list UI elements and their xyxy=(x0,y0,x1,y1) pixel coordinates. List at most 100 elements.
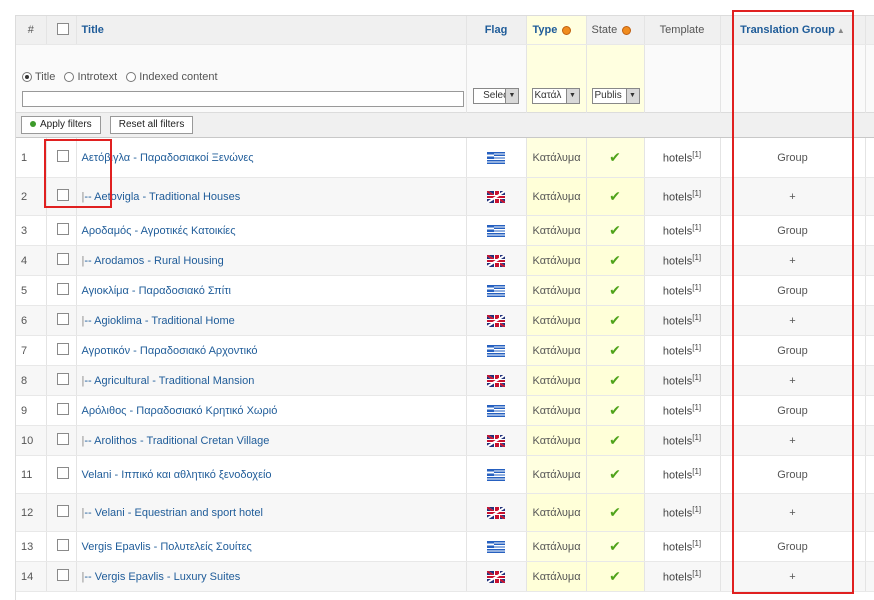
row-translation-group[interactable]: Group xyxy=(720,137,866,178)
col-type-header[interactable]: Type xyxy=(526,16,587,45)
greek-flag-icon xyxy=(487,404,505,417)
radio-title[interactable] xyxy=(22,72,32,82)
article-title-link[interactable]: |-- Velani - Equestrian and sport hotel xyxy=(77,507,263,519)
article-title-link[interactable]: Αετόβιγλα - Παραδοσιακοί Ξενώνες xyxy=(77,152,254,164)
published-check-icon[interactable]: ✔ xyxy=(609,432,621,448)
published-check-icon[interactable]: ✔ xyxy=(609,504,621,520)
table-row: 2 |-- Aetovigla - Traditional Houses Κατάλ… xyxy=(16,177,874,216)
row-checkbox[interactable] xyxy=(56,189,69,201)
table-row: 11 Velani - Ιππικό και αθλητικό ξενοδοχεί… xyxy=(16,455,874,494)
row-translation-group[interactable]: Group xyxy=(720,275,866,306)
published-check-icon[interactable]: ✔ xyxy=(609,282,621,298)
sort-flag-link[interactable]: Flag xyxy=(485,24,508,36)
state-select[interactable]: Publis ▼ xyxy=(591,88,640,104)
row-select-cell xyxy=(46,177,77,216)
radio-introtext[interactable] xyxy=(64,72,75,82)
flag-select[interactable]: Select ▼ xyxy=(473,88,519,104)
row-checkbox[interactable] xyxy=(56,505,69,517)
row-translation-group[interactable]: Group xyxy=(720,335,866,366)
published-check-icon[interactable]: ✔ xyxy=(609,466,621,482)
row-translation-group[interactable]: + xyxy=(720,561,866,592)
row-checkbox[interactable] xyxy=(56,313,69,325)
published-check-icon[interactable]: ✔ xyxy=(609,538,621,554)
row-checkbox[interactable] xyxy=(56,433,69,445)
row-checkbox[interactable] xyxy=(56,343,69,355)
radio-indexed-content[interactable] xyxy=(126,72,137,82)
article-title-link[interactable]: |-- Agricultural - Traditional Mansion xyxy=(77,375,255,387)
row-translation-group[interactable]: Group xyxy=(720,531,866,562)
articles-table: # Title Flag Type State Template Transla… xyxy=(16,16,874,592)
row-state-cell: ✔ xyxy=(586,365,645,396)
sort-title-link[interactable]: Title xyxy=(82,24,104,36)
table-row: 1 Αετόβιγλα - Παραδοσιακοί Ξενώνες Κατάλυμ… xyxy=(16,137,874,178)
article-title-link[interactable]: Αρόλιθος - Παραδοσιακό Κρητικό Χωριό xyxy=(77,405,278,417)
sort-type-link[interactable]: Type xyxy=(533,24,558,36)
published-check-icon[interactable]: ✔ xyxy=(609,342,621,358)
published-check-icon[interactable]: ✔ xyxy=(609,312,621,328)
row-select-cell xyxy=(46,425,77,456)
published-check-icon[interactable]: ✔ xyxy=(609,372,621,388)
article-title-link[interactable]: |-- Agioklima - Traditional Home xyxy=(77,315,235,327)
article-title-link[interactable]: Velani - Ιππικό και αθλητικό ξενοδοχείο xyxy=(77,469,272,481)
published-check-icon[interactable]: ✔ xyxy=(609,568,621,584)
col-template-header: Template xyxy=(644,16,721,45)
row-type: Κατάλυμα xyxy=(526,275,587,306)
row-translation-group[interactable]: Group xyxy=(720,215,866,246)
row-checkbox[interactable] xyxy=(56,150,69,162)
row-translation-group[interactable]: + xyxy=(720,245,866,276)
col-select-all-header xyxy=(46,16,77,45)
row-translation-group[interactable]: + xyxy=(720,305,866,336)
published-check-icon[interactable]: ✔ xyxy=(609,149,621,165)
row-checkbox[interactable] xyxy=(56,373,69,385)
row-spacer xyxy=(865,275,874,306)
article-title-link[interactable]: Αγιοκλίμα - Παραδοσιακό Σπίτι xyxy=(77,285,232,297)
published-check-icon[interactable]: ✔ xyxy=(609,188,621,204)
col-flag-header[interactable]: Flag xyxy=(466,16,527,45)
row-spacer xyxy=(865,335,874,366)
apply-filters-button[interactable]: Apply filters xyxy=(21,116,101,134)
row-checkbox[interactable] xyxy=(56,569,69,581)
row-state-cell: ✔ xyxy=(586,493,645,532)
row-title-cell: |-- Arodamos - Rural Housing xyxy=(76,245,467,276)
row-checkbox[interactable] xyxy=(56,253,69,265)
article-title-link[interactable]: |-- Arolithos - Traditional Cretan Villa… xyxy=(77,435,270,447)
col-translation-group-header[interactable]: Translation Group ▲ xyxy=(720,16,866,45)
reset-filters-button[interactable]: Reset all filters xyxy=(109,116,194,134)
row-translation-group[interactable]: + xyxy=(720,365,866,396)
row-translation-group[interactable]: + xyxy=(720,425,866,456)
select-all-checkbox[interactable] xyxy=(56,22,69,35)
row-translation-group[interactable]: Group xyxy=(720,455,866,494)
published-check-icon[interactable]: ✔ xyxy=(609,222,621,238)
col-title-header[interactable]: Title xyxy=(76,16,467,45)
published-check-icon[interactable]: ✔ xyxy=(609,402,621,418)
row-translation-group[interactable]: + xyxy=(720,493,866,532)
row-checkbox[interactable] xyxy=(56,283,69,295)
article-title-link[interactable]: |-- Vergis Epavlis - Luxury Suites xyxy=(77,571,241,583)
row-checkbox[interactable] xyxy=(56,539,69,551)
row-number: 9 xyxy=(16,395,47,426)
row-translation-group[interactable]: + xyxy=(720,177,866,216)
row-title-cell: Αροδαμός - Αγροτικές Κατοικίες xyxy=(76,215,467,246)
row-spacer xyxy=(865,305,874,336)
table-row: 4 |-- Arodamos - Rural Housing Κατάλυμα ✔ ho… xyxy=(16,245,874,276)
table-row: 5 Αγιοκλίμα - Παραδοσιακό Σπίτι Κατάλυμα ✔ h… xyxy=(16,275,874,306)
search-input[interactable] xyxy=(22,91,464,107)
row-checkbox[interactable] xyxy=(56,403,69,415)
row-translation-group[interactable]: Group xyxy=(720,395,866,426)
published-check-icon[interactable]: ✔ xyxy=(609,252,621,268)
row-title-cell: Αγροτικόν - Παραδοσιακό Αρχοντικό xyxy=(76,335,467,366)
article-title-link[interactable]: Vergis Epavlis - Πολυτελείς Σουίτες xyxy=(77,541,252,553)
article-title-link[interactable]: |-- Aetovigla - Traditional Houses xyxy=(77,191,241,203)
article-title-link[interactable]: Αροδαμός - Αγροτικές Κατοικίες xyxy=(77,225,236,237)
sort-indicator-icon xyxy=(622,25,632,35)
article-title-link[interactable]: |-- Arodamos - Rural Housing xyxy=(77,255,224,267)
sort-translation-group-link[interactable]: Translation Group xyxy=(740,24,835,36)
uk-flag-icon xyxy=(487,434,505,447)
article-title-link[interactable]: Αγροτικόν - Παραδοσιακό Αρχοντικό xyxy=(77,345,258,357)
row-checkbox[interactable] xyxy=(56,467,69,479)
row-select-cell xyxy=(46,335,77,366)
row-checkbox[interactable] xyxy=(56,223,69,235)
col-state-header[interactable]: State xyxy=(586,16,645,45)
type-select[interactable]: Κατάλ ▼ xyxy=(531,88,580,104)
row-template: hotels[1] xyxy=(644,305,721,336)
